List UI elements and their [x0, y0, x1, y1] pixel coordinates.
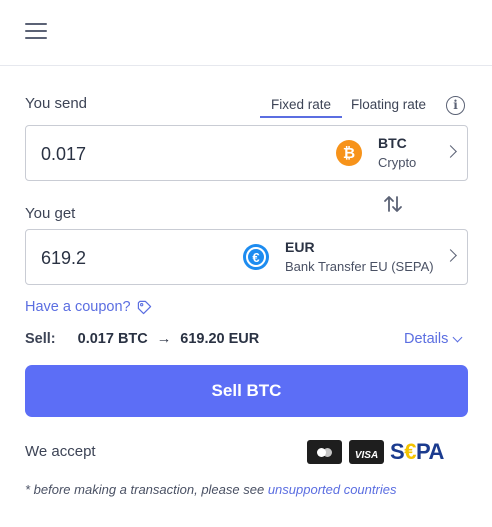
menu-line: [25, 30, 47, 32]
tab-fixed-rate[interactable]: Fixed rate: [260, 94, 342, 118]
get-amount-field: € EUR Bank Transfer EU (SEPA): [25, 229, 468, 285]
details-label: Details: [404, 331, 449, 347]
rate-tabs: Fixed rate Floating rate: [260, 94, 435, 120]
footnote-text: * before making a transaction, please se…: [25, 482, 268, 497]
summary-key: Sell:: [25, 331, 56, 347]
visa-logo: VISA: [349, 440, 384, 464]
arrow-right-icon: →: [156, 331, 172, 347]
chevron-down-icon: [452, 332, 463, 342]
info-icon[interactable]: i: [446, 96, 465, 115]
summary-from-amount: 0.017 BTC: [77, 331, 148, 347]
exchange-summary: Sell: 0.017 BTC → 619.20 EUR: [25, 331, 259, 347]
bitcoin-icon: ₿: [336, 140, 362, 166]
get-currency-selector[interactable]: € EUR Bank Transfer EU (SEPA): [243, 230, 468, 284]
swap-arrows-icon[interactable]: [382, 193, 404, 215]
euro-icon: €: [243, 244, 269, 270]
sell-btc-button[interactable]: Sell BTC: [25, 365, 468, 417]
coupon-link[interactable]: Have a coupon?: [25, 299, 152, 315]
unsupported-countries-link[interactable]: unsupported countries: [268, 482, 397, 497]
euro-symbol: €: [246, 247, 266, 267]
menu-line: [25, 37, 47, 39]
sepa-logo: S € PA: [390, 439, 444, 464]
we-accept-label: We accept: [25, 443, 96, 460]
payment-logos: VISA S € PA: [307, 439, 444, 464]
mastercard-icon: [307, 440, 342, 464]
you-send-label: You send: [25, 95, 88, 112]
menu-line: [25, 23, 47, 25]
send-amount-input[interactable]: [41, 140, 281, 168]
get-payout-method: Bank Transfer EU (SEPA): [285, 259, 434, 274]
hamburger-menu-icon[interactable]: [25, 22, 47, 40]
send-currency-type: Crypto: [378, 155, 417, 170]
summary-to-amount: 619.20 EUR: [180, 331, 260, 347]
you-get-label: You get: [25, 205, 76, 222]
get-currency-code: EUR: [285, 239, 315, 255]
send-currency-code: BTC: [378, 135, 407, 151]
top-bar: [0, 0, 492, 66]
details-toggle[interactable]: Details: [404, 331, 463, 347]
send-amount-field: ₿ BTC Crypto: [25, 125, 468, 181]
footnote: * before making a transaction, please se…: [25, 482, 396, 497]
coupon-tag-icon: [137, 300, 151, 314]
coupon-label: Have a coupon?: [25, 299, 131, 315]
tab-floating-rate[interactable]: Floating rate: [342, 94, 435, 118]
